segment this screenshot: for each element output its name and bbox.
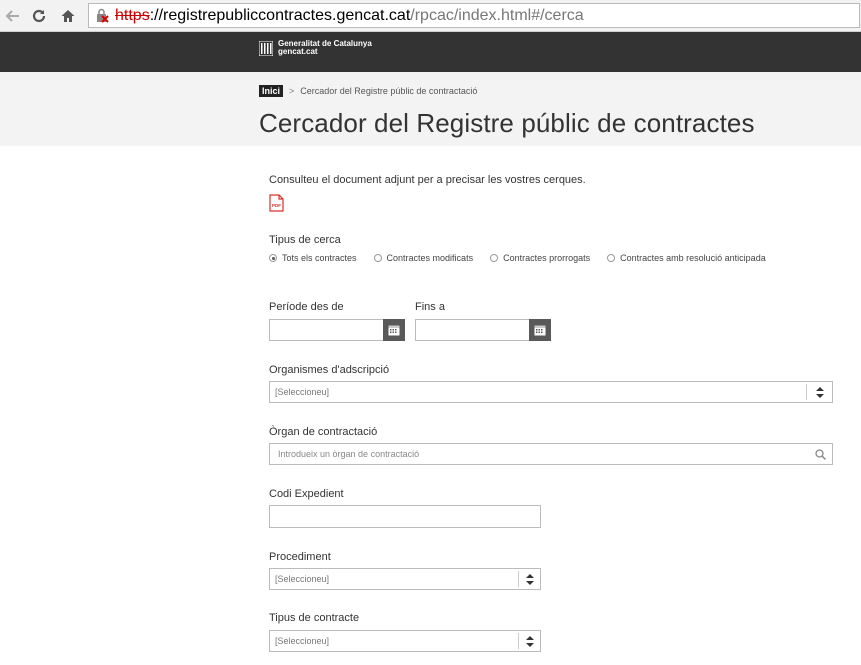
pdf-icon[interactable]: PDF <box>269 194 284 212</box>
url-host: ://registrepubliccontractes.gencat.cat <box>149 7 411 24</box>
radio-button[interactable] <box>269 254 277 262</box>
period-to-calendar-button[interactable] <box>529 319 551 341</box>
file-code-label: Codi Expedient <box>269 488 344 500</box>
breadcrumb-current: Cercador del Registre públic de contract… <box>300 86 478 96</box>
organ-search-input[interactable] <box>270 444 790 464</box>
radio-extended-contracts[interactable]: Contractes prorrogats <box>490 253 590 263</box>
radio-button[interactable] <box>607 254 616 262</box>
gencat-flag-icon <box>259 40 273 56</box>
radio-label: Contractes modificats <box>386 253 474 263</box>
url-scheme: https <box>115 7 150 24</box>
radio-label: Contractes prorrogats <box>503 253 591 263</box>
search-type-radio-group: Tots els contractes Contractes modificat… <box>269 253 783 263</box>
organisms-select-value: [Seleccioneu] <box>275 387 330 397</box>
calendar-icon <box>534 325 546 336</box>
updown-arrows-icon <box>518 571 540 587</box>
procedure-select[interactable]: [Seleccioneu] <box>269 568 541 590</box>
radio-button[interactable] <box>373 254 382 262</box>
breadcrumb: Inici > Cercador del Registre públic de … <box>259 85 477 97</box>
contract-type-select-value: [Seleccioneu] <box>275 636 330 646</box>
file-code-input[interactable] <box>269 505 541 528</box>
period-from-calendar-button[interactable] <box>383 319 405 341</box>
url-path: /rpcac/index.html#/cerca <box>410 7 584 24</box>
radio-modified-contracts[interactable]: Contractes modificats <box>373 253 474 263</box>
updown-arrows-icon <box>518 633 540 649</box>
back-arrow-icon[interactable] <box>2 5 24 27</box>
procedure-select-value: [Seleccioneu] <box>275 574 330 584</box>
calendar-icon <box>388 325 400 336</box>
contract-type-label: Tipus de contracte <box>269 612 360 624</box>
organ-label: Òrgan de contractació <box>269 426 378 438</box>
logo-line-2: gencat.cat <box>278 47 318 56</box>
period-to-label: Fins a <box>415 301 445 313</box>
organisms-select[interactable]: [Seleccioneu] <box>269 381 833 403</box>
home-icon[interactable] <box>57 5 79 27</box>
procedure-label: Procediment <box>269 551 331 563</box>
updown-arrows-icon <box>806 384 832 400</box>
site-header: Generalitat de Catalunya gencat.cat <box>0 32 861 72</box>
period-from-datepicker <box>269 319 405 341</box>
period-to-input[interactable] <box>415 319 529 341</box>
organisms-label: Organismes d'adscripció <box>269 364 390 376</box>
radio-button[interactable] <box>490 254 499 262</box>
page-title: Cercador del Registre públic de contract… <box>259 108 755 138</box>
breadcrumb-separator: > <box>289 86 295 96</box>
contract-type-select[interactable]: [Seleccioneu] <box>269 630 541 652</box>
period-to-datepicker <box>415 319 551 341</box>
period-from-input[interactable] <box>269 319 383 341</box>
breadcrumb-home-link[interactable]: Inici <box>259 85 284 97</box>
organ-search-field <box>269 443 833 465</box>
insecure-lock-icon <box>95 8 111 24</box>
browser-toolbar: https://registrepubliccontractes.gencat.… <box>0 0 861 32</box>
search-type-label: Tipus de cerca <box>269 234 341 246</box>
title-area: Inici > Cercador del Registre públic de … <box>0 72 861 146</box>
pdf-icon-label: PDF <box>272 203 281 208</box>
radio-all-contracts[interactable]: Tots els contractes <box>269 253 357 263</box>
intro-text: Consulteu el document adjunt per a preci… <box>269 174 586 186</box>
radio-label: Contractes amb resolució anticipada <box>620 253 766 263</box>
address-bar[interactable]: https://registrepubliccontractes.gencat.… <box>88 3 860 28</box>
gencat-logo[interactable]: Generalitat de Catalunya gencat.cat <box>259 40 372 56</box>
period-from-label: Període des de <box>269 301 344 313</box>
search-icon[interactable] <box>815 449 826 460</box>
radio-label: Tots els contractes <box>282 253 357 263</box>
reload-icon[interactable] <box>28 5 50 27</box>
radio-early-termination-contracts[interactable]: Contractes amb resolució anticipada <box>607 253 766 263</box>
